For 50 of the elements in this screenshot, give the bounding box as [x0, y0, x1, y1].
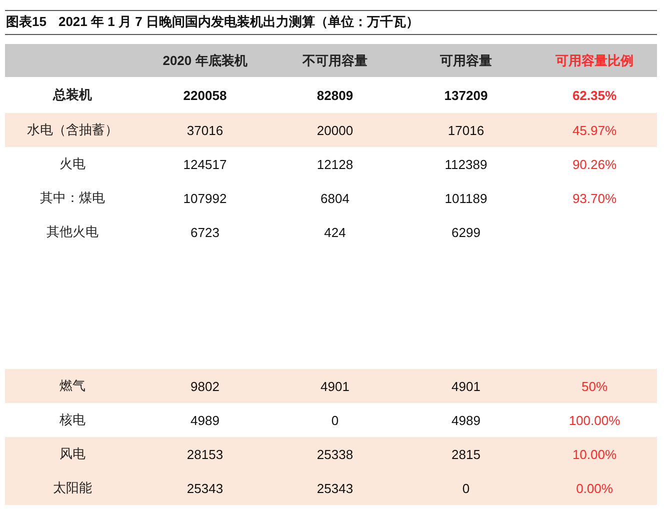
column-header: 可用容量比例: [554, 52, 634, 70]
ratio-cell-text: 10.00%: [571, 446, 618, 462]
table-cell-text: 20000: [316, 122, 354, 138]
row-label: 火电: [58, 155, 86, 173]
ratio-cell-text: 50%: [580, 378, 609, 394]
row-label: 总装机: [52, 86, 93, 104]
ratio-cell-text: 62.35%: [571, 88, 618, 102]
table-cell-text: 107992: [182, 190, 228, 206]
ratio-cell-text: 93.70%: [571, 190, 618, 206]
table-cell-text: 25343: [186, 480, 224, 496]
figure-title: 2021 年 1 月 7 日晚间国内发电装机出力测算（单位：万千瓦）: [58, 13, 419, 31]
row-label: 其他火电: [46, 223, 100, 241]
table-cell-text: 9802: [190, 378, 220, 394]
table-cell-text: 124517: [182, 156, 228, 172]
table-cell-text: 137209: [443, 88, 489, 102]
table-cell-text: 424: [323, 224, 347, 240]
table-cell-text: 2815: [450, 446, 482, 462]
table-cell-text: 25343: [316, 480, 354, 496]
ratio-cell-text: 100.00%: [568, 412, 622, 428]
table-cell-text: 112389: [444, 156, 488, 172]
row-label: 水电（含抽蓄）: [26, 121, 119, 139]
table-cell-text: 6723: [190, 224, 220, 240]
ratio-cell-text: 45.97%: [571, 122, 618, 138]
table-cell-text: 4989: [190, 412, 220, 428]
table-cell-text: 0: [461, 480, 471, 496]
table-cell-text: 82809: [316, 88, 354, 102]
table-cell-text: 4989: [450, 412, 482, 428]
row-label: 核电: [58, 411, 86, 429]
table-cell-text: 12128: [316, 156, 354, 172]
ratio-cell-text: 0.00%: [575, 480, 614, 496]
table-cell-text: 4901: [450, 378, 482, 394]
table-cell-text: 17016: [446, 122, 486, 138]
table-cell-text: 220058: [182, 88, 228, 102]
ratio-cell-text: 90.26%: [571, 156, 618, 172]
table-cell-text: 6804: [320, 190, 350, 206]
table-cell-text: 6299: [450, 224, 482, 240]
figure-label: 图表15: [6, 13, 46, 31]
row-label: 其中：煤电: [39, 189, 106, 207]
row-label: 燃气: [58, 377, 86, 395]
row-label: 太阳能: [52, 479, 93, 497]
column-header: 可用容量: [439, 52, 493, 70]
table-cell-text: 37016: [186, 122, 224, 138]
table-cell-text: 28153: [186, 446, 224, 462]
table-cell-text: 0: [330, 412, 340, 428]
table-cell-text: 101189: [444, 190, 488, 206]
column-header: 2020 年底装机: [162, 52, 248, 70]
table-cell-text: 4901: [320, 378, 350, 394]
table-cell-text: 25338: [316, 446, 354, 462]
row-label: 风电: [58, 445, 86, 463]
column-header: 不可用容量: [301, 52, 368, 70]
